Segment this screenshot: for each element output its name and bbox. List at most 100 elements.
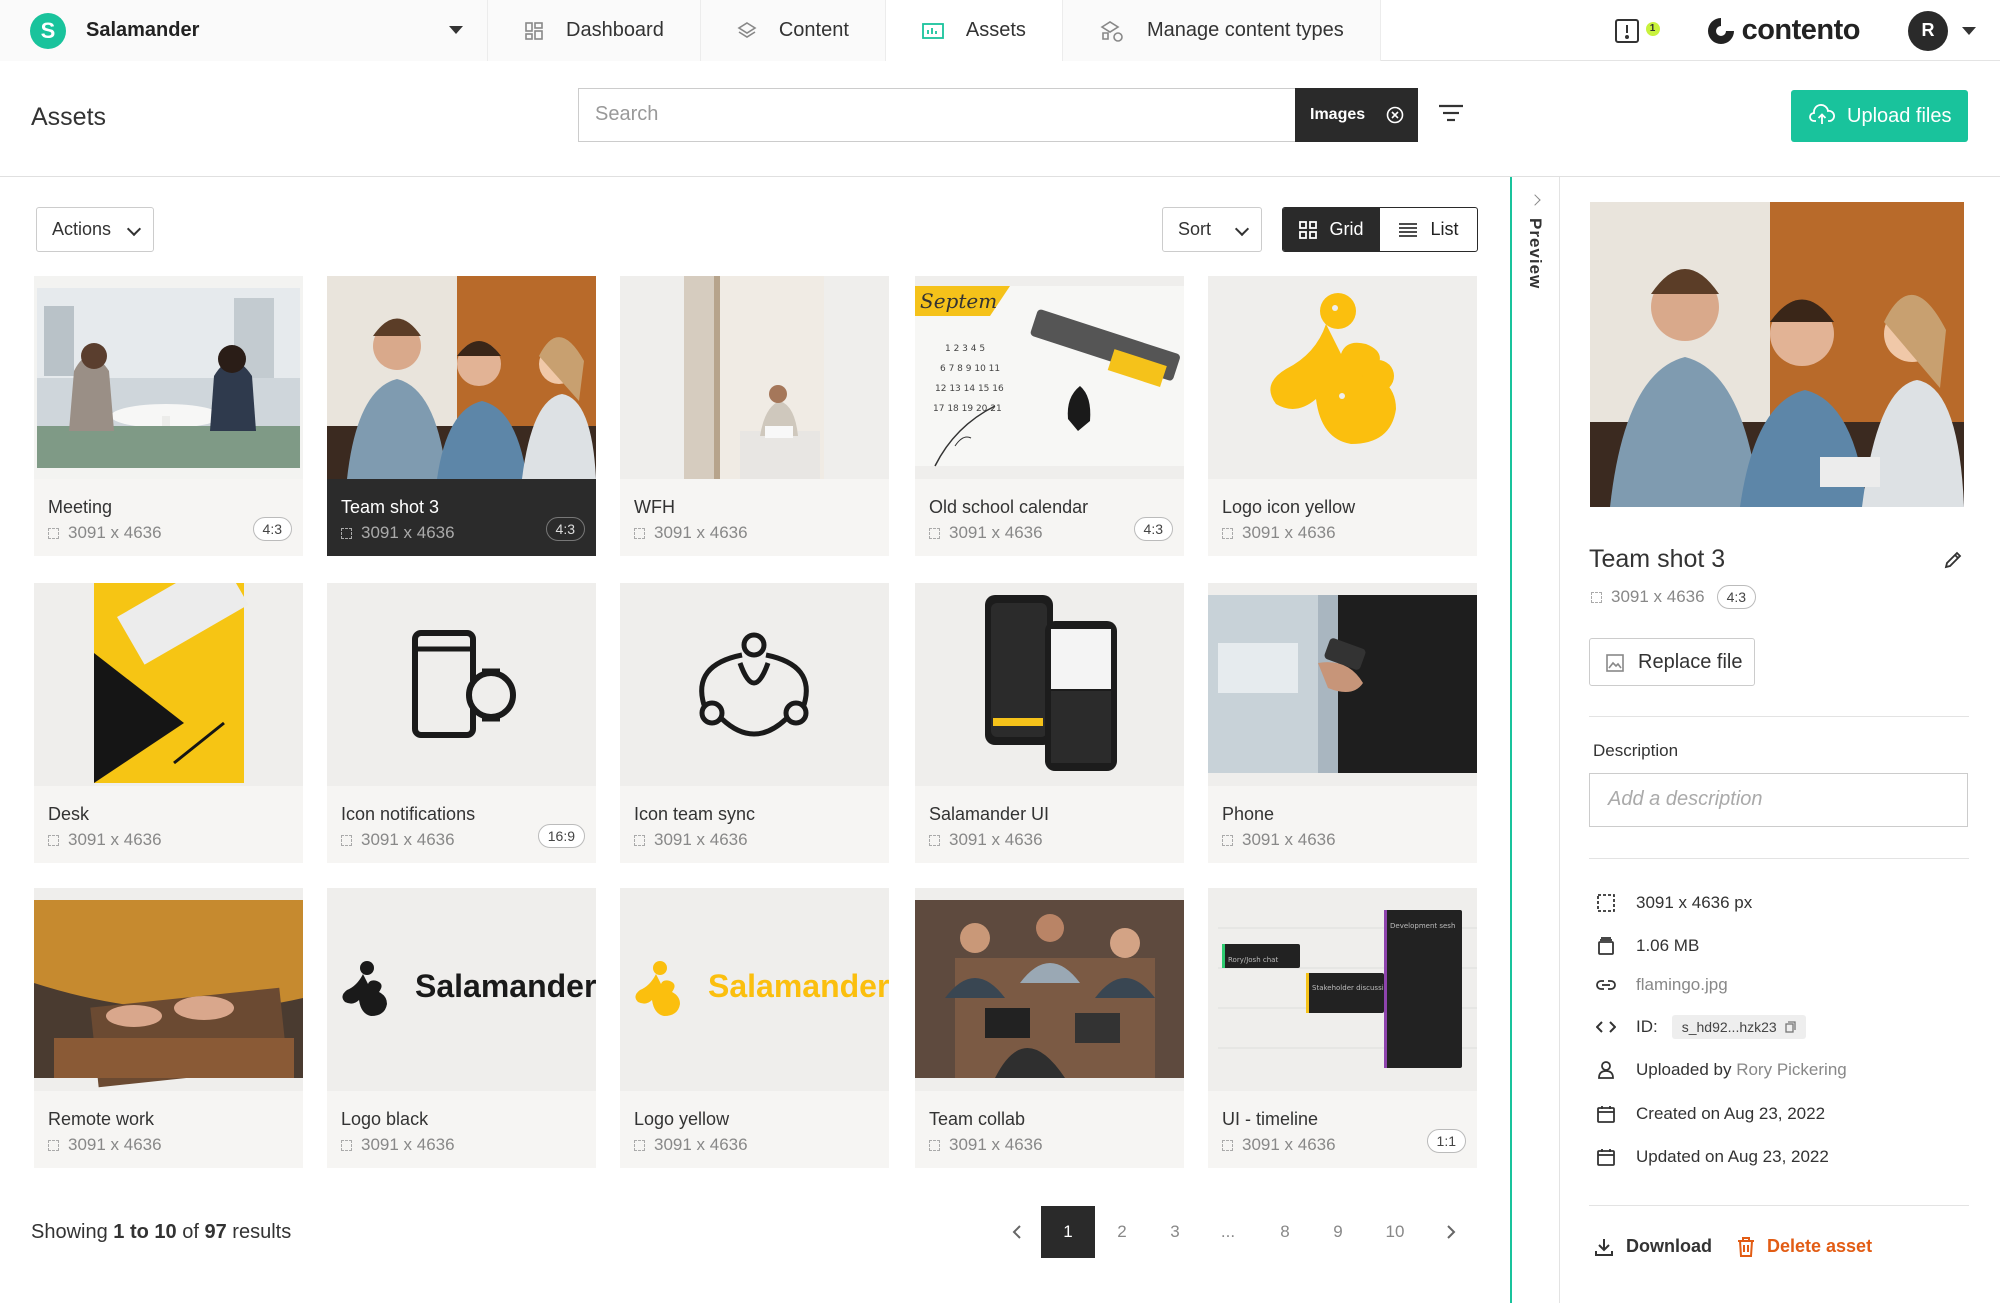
close-circle-icon[interactable] [1386,106,1404,124]
dimensions-icon [341,1139,352,1151]
tab-manage-content-types-label: Manage content types [1146,19,1344,41]
asset-card-wfh[interactable]: WFH 3091 x 4636 [620,276,889,556]
asset-dimensions-text: 3091 x 4636 [1242,1135,1336,1154]
page-8[interactable]: 8 [1267,1206,1303,1258]
asset-card-ui-timeline[interactable]: Rory/Josh chat Stakeholder discussion De… [1208,888,1477,1168]
avatar[interactable]: R [1908,10,1948,51]
filter-chip-label: Images [1310,106,1366,123]
prev-page-button[interactable] [1002,1206,1032,1258]
workspace-name: Salamander [86,19,200,41]
ratio-badge: 1:1 [1426,1129,1466,1153]
dimensions-icon [341,834,352,846]
id-chip[interactable]: s_hd92...hzk23 [1671,1015,1806,1039]
asset-card-team-collab[interactable]: Team collab 3091 x 4636 [915,888,1184,1168]
upload-files-button[interactable]: Upload files [1791,90,1968,142]
preview-toggle[interactable] [1510,177,1560,1303]
asset-dimensions-text: 3091 x 4636 [949,830,1043,849]
dimensions-icon [929,834,940,846]
asset-card-phone[interactable]: Phone 3091 x 4636 [1208,583,1477,863]
preview-dimensions-text: 3091 x 4636 [1611,587,1705,606]
list-view-button[interactable]: List [1380,208,1477,251]
dimensions-icon [48,834,59,846]
asset-dimensions: 3091 x 4636 [341,523,455,543]
range-to: 10 [154,1221,177,1243]
next-page-button[interactable] [1436,1206,1466,1258]
asset-thumbnail [34,888,303,1091]
page-10[interactable]: 10 [1377,1206,1413,1258]
asset-dimensions-text: 3091 x 4636 [654,523,748,542]
alert-icon [1614,18,1639,43]
page-9[interactable]: 9 [1320,1206,1356,1258]
tab-assets[interactable]: Assets [885,0,1063,61]
asset-card-icon-team-sync[interactable]: Icon team sync 3091 x 4636 [620,583,889,863]
asset-thumbnail [915,888,1184,1091]
divider [1589,716,1969,717]
meta-filename-text[interactable]: flamingo.jpg [1636,975,1728,995]
asset-card-old-school-calendar[interactable]: Septem 1 2 3 4 5 6 7 8 9 10 11 12 13 14 15… [915,276,1184,556]
asset-title: Icon notifications [341,804,476,824]
ratio-badge: 4:3 [1133,517,1173,541]
ratio-badge: 4:3 [1716,585,1757,609]
timeline-chat-text: Rory/Josh chat [1228,956,1278,964]
filter-icon[interactable] [1438,103,1464,123]
tab-manage-content-types[interactable]: Manage content types [1062,0,1381,61]
page-header: Assets Search Images Upload files [0,61,2000,177]
asset-title: Team shot 3 [341,497,440,517]
tab-content[interactable]: Content [700,0,886,61]
of-word: of [182,1221,199,1243]
sort-dropdown[interactable]: Sort [1162,207,1262,252]
meta-dimensions: 3091 x 4636 px [1595,893,1752,913]
asset-card-salamander-ui[interactable]: Salamander UI 3091 x 4636 [915,583,1184,863]
ratio-badge: 4:3 [252,517,292,541]
meta-id-label: ID: [1636,1017,1658,1036]
asset-card-meeting[interactable]: Meeting 3091 x 4636 4:3 [34,276,303,556]
asset-dimensions-text: 3091 x 4636 [949,1135,1043,1154]
asset-dimensions: 3091 x 4636 [341,830,455,850]
asset-card-logo-black[interactable]: Salamander Logo black 3091 x 4636 [327,888,596,1168]
asset-card-logo-icon-yellow[interactable]: Logo icon yellow 3091 x 4636 [1208,276,1477,556]
page-3[interactable]: 3 [1157,1206,1193,1258]
description-input[interactable]: Add a description [1589,773,1968,827]
filter-chip-images[interactable]: Images [1295,88,1418,142]
asset-dimensions-text: 3091 x 4636 [1242,523,1336,542]
asset-card-remote-work[interactable]: Remote work 3091 x 4636 [34,888,303,1168]
asset-title: Logo icon yellow [1222,497,1356,517]
page-1[interactable]: 1 [1041,1206,1095,1258]
actions-dropdown[interactable]: Actions [36,207,154,252]
asset-card-logo-yellow[interactable]: Salamander Logo yellow 3091 x 4636 [620,888,889,1168]
download-button[interactable]: Download [1594,1236,1712,1257]
divider [1589,858,1969,859]
notifications-button[interactable]: 1 [1614,17,1660,45]
asset-dimensions-text: 3091 x 4636 [949,523,1043,542]
grid-icon [1299,220,1318,239]
asset-dimensions: 3091 x 4636 [634,830,748,850]
workspace-switcher[interactable]: S Salamander [0,0,488,61]
asset-dimensions: 3091 x 4636 [48,523,162,543]
tab-content-label: Content [778,19,849,41]
chevron-right-icon [1447,1225,1456,1239]
upload-files-label: Upload files [1847,104,1952,127]
asset-dimensions: 3091 x 4636 [929,1135,1043,1155]
page-2[interactable]: 2 [1104,1206,1140,1258]
dimensions-icon [1222,834,1233,846]
dimensions-icon [634,834,645,846]
grid-view-button[interactable]: Grid [1283,208,1380,251]
asset-dimensions-text: 3091 x 4636 [654,830,748,849]
chevron-down-icon[interactable] [1962,26,1976,35]
meta-id: ID: s_hd92...hzk23 [1595,1015,1806,1039]
svg-text:6 7 8 9 10 11: 6 7 8 9 10 11 [940,364,1000,374]
pencil-icon[interactable] [1944,551,1962,569]
asset-card-team-shot-3[interactable]: Team shot 3 3091 x 4636 4:3 [327,276,596,556]
svg-text:12 13 14 15 16: 12 13 14 15 16 [935,384,1004,394]
asset-card-icon-notifications[interactable]: Icon notifications 3091 x 4636 16:9 [327,583,596,863]
actions-label: Actions [52,219,112,239]
asset-title: Team collab [929,1109,1026,1129]
search-input[interactable]: Search [578,88,1298,142]
asset-card-desk[interactable]: Desk 3091 x 4636 [34,583,303,863]
top-nav: S Salamander Dashboard Content Assets Ma… [0,0,2000,61]
tab-dashboard[interactable]: Dashboard [488,0,701,61]
delete-asset-button[interactable]: Delete asset [1737,1236,1872,1257]
replace-file-button[interactable]: Replace file [1589,638,1755,686]
view-toggle: Grid List [1282,207,1478,252]
asset-dimensions: 3091 x 4636 [1222,1135,1336,1155]
